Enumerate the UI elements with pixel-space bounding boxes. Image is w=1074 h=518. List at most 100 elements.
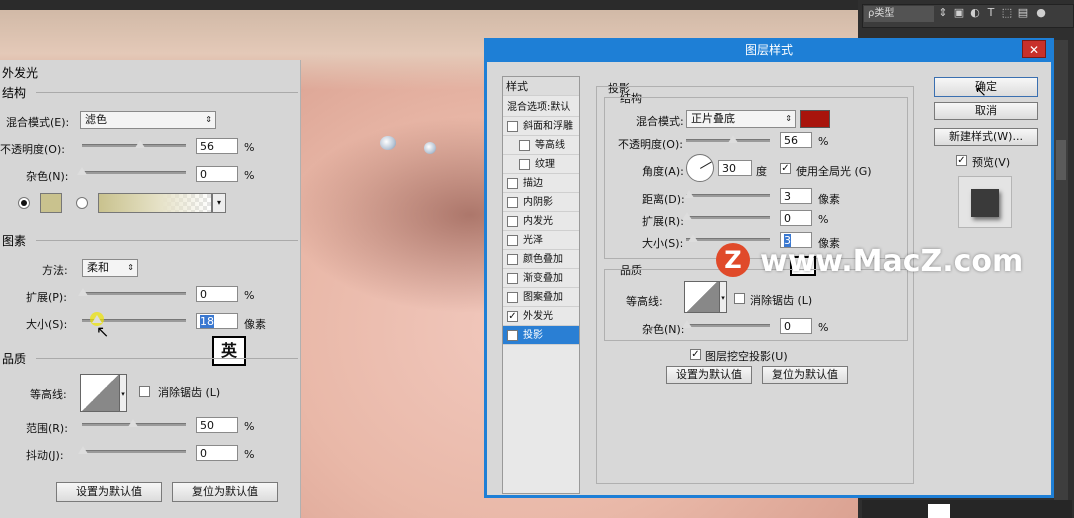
chevron-updown-icon: ⇕ bbox=[127, 263, 134, 272]
noise-slider-thumb[interactable] bbox=[77, 167, 87, 175]
style-item-label: 颜色叠加 bbox=[523, 254, 563, 265]
preview-label: 预览(V) bbox=[972, 156, 1011, 169]
structure-heading: 结构 bbox=[2, 86, 27, 100]
layer-type-filter[interactable]: ρ类型 bbox=[864, 6, 934, 22]
knockout-checkbox[interactable]: ✓ bbox=[690, 349, 701, 360]
spread-slider-track[interactable] bbox=[82, 292, 186, 295]
style-item-label: 内阴影 bbox=[523, 197, 553, 208]
gradient-dropdown-icon[interactable]: ▾ bbox=[212, 193, 226, 213]
range-slider-thumb[interactable] bbox=[128, 419, 138, 427]
reset-default-button[interactable]: 复位为默认值 bbox=[172, 482, 278, 502]
shape-filter-icon[interactable]: ⬚ bbox=[1000, 6, 1014, 20]
filter-dropdown-icon[interactable]: ⇕ bbox=[936, 6, 950, 20]
style-item[interactable]: 等高线 bbox=[503, 136, 579, 155]
layers-scrollbar[interactable] bbox=[1054, 40, 1068, 500]
size-input[interactable]: 18 bbox=[196, 313, 238, 329]
noise-input[interactable]: 0 bbox=[196, 166, 238, 182]
contour-dropdown-icon[interactable]: ▾ bbox=[119, 374, 127, 412]
range-input[interactable]: 50 bbox=[196, 417, 238, 433]
jitter-input[interactable]: 0 bbox=[196, 445, 238, 461]
shadow-contour-picker[interactable] bbox=[684, 281, 720, 313]
style-item-label: 光泽 bbox=[523, 235, 543, 246]
type-filter-icon[interactable]: T bbox=[984, 6, 998, 20]
shadow-size-thumb[interactable] bbox=[688, 234, 698, 242]
jitter-slider-track[interactable] bbox=[82, 450, 186, 453]
style-item-checkbox[interactable] bbox=[507, 216, 518, 227]
shadow-opacity-thumb[interactable] bbox=[728, 135, 739, 143]
pixel-filter-icon[interactable]: ▣ bbox=[952, 6, 966, 20]
layer-row[interactable] bbox=[862, 500, 1072, 518]
method-select[interactable]: 柔和 ⇕ bbox=[82, 259, 138, 277]
shadow-spread-track[interactable] bbox=[686, 216, 770, 219]
opacity-input[interactable]: 56 bbox=[196, 138, 238, 154]
style-item[interactable]: 内发光 bbox=[503, 212, 579, 231]
spread-input[interactable]: 0 bbox=[196, 286, 238, 302]
style-item-checkbox[interactable] bbox=[519, 140, 530, 151]
shadow-color-swatch[interactable] bbox=[800, 110, 830, 128]
style-item-checkbox[interactable] bbox=[507, 178, 518, 189]
shadow-antialias-checkbox[interactable] bbox=[734, 293, 745, 304]
blend-mode-label: 混合模式(E): bbox=[6, 116, 70, 129]
distance-track[interactable] bbox=[686, 194, 770, 197]
style-item[interactable]: 渐变叠加 bbox=[503, 269, 579, 288]
style-item-checkbox[interactable] bbox=[519, 159, 530, 170]
noise-slider-track[interactable] bbox=[82, 171, 186, 174]
global-light-checkbox[interactable]: ✓ bbox=[780, 163, 791, 174]
adjustment-filter-icon[interactable]: ◐ bbox=[968, 6, 982, 20]
shadow-spread-thumb[interactable] bbox=[682, 212, 692, 220]
opacity-slider-track[interactable] bbox=[82, 144, 186, 147]
shadow-set-default-button[interactable]: 设置为默认值 bbox=[666, 366, 752, 384]
shadow-noise-unit: % bbox=[818, 321, 829, 334]
distance-thumb[interactable] bbox=[684, 190, 694, 198]
shadow-opacity-input[interactable]: 56 bbox=[780, 132, 812, 148]
style-item[interactable]: 描边 bbox=[503, 174, 579, 193]
style-item-checkbox[interactable] bbox=[507, 254, 518, 265]
shadow-blend-select[interactable]: 正片叠底 ⇕ bbox=[686, 110, 796, 128]
style-item[interactable]: 纹理 bbox=[503, 155, 579, 174]
style-item[interactable]: ✓ 外发光 bbox=[503, 307, 579, 326]
close-icon[interactable]: ✕ bbox=[1022, 40, 1046, 58]
style-item-checkbox[interactable] bbox=[507, 292, 518, 303]
filter-toggle-icon[interactable]: ● bbox=[1034, 6, 1048, 20]
style-item[interactable]: 图案叠加 bbox=[503, 288, 579, 307]
spread-slider-thumb[interactable] bbox=[78, 288, 88, 296]
shadow-noise-track[interactable] bbox=[686, 324, 770, 327]
gradient-radio[interactable] bbox=[76, 197, 88, 209]
style-item[interactable]: ✓ 投影 bbox=[503, 326, 579, 345]
solid-color-radio[interactable] bbox=[18, 197, 30, 209]
blend-mode-select[interactable]: 滤色 ⇕ bbox=[80, 111, 216, 129]
contour-picker[interactable] bbox=[80, 374, 120, 412]
glow-color-swatch[interactable] bbox=[40, 193, 62, 213]
layers-scroll-thumb[interactable] bbox=[1056, 140, 1066, 180]
antialias-checkbox[interactable] bbox=[139, 386, 150, 397]
style-item-checkbox[interactable]: ✓ bbox=[507, 311, 518, 322]
shadow-opacity-label: 不透明度(O): bbox=[618, 138, 683, 151]
style-item[interactable]: 斜面和浮雕 bbox=[503, 117, 579, 136]
shadow-size-track[interactable] bbox=[686, 238, 770, 241]
shadow-contour-dropdown-icon[interactable]: ▾ bbox=[719, 281, 727, 313]
style-item-checkbox[interactable] bbox=[507, 273, 518, 284]
set-default-button[interactable]: 设置为默认值 bbox=[56, 482, 162, 502]
glow-gradient-swatch[interactable] bbox=[98, 193, 212, 213]
shadow-reset-default-button[interactable]: 复位为默认值 bbox=[762, 366, 848, 384]
style-item-checkbox[interactable] bbox=[507, 197, 518, 208]
style-item[interactable]: 颜色叠加 bbox=[503, 250, 579, 269]
style-item[interactable]: 混合选项:默认 bbox=[503, 98, 579, 117]
style-item-checkbox[interactable] bbox=[507, 121, 518, 132]
smart-object-filter-icon[interactable]: ▤ bbox=[1016, 6, 1030, 20]
style-item[interactable]: 内阴影 bbox=[503, 193, 579, 212]
distance-input[interactable]: 3 bbox=[780, 188, 812, 204]
angle-input[interactable]: 30 bbox=[718, 160, 752, 176]
style-item-checkbox[interactable]: ✓ bbox=[507, 330, 518, 341]
opacity-slider-thumb[interactable] bbox=[135, 140, 146, 148]
preview-checkbox[interactable]: ✓ bbox=[956, 155, 967, 166]
new-style-button[interactable]: 新建样式(W)... bbox=[934, 128, 1038, 146]
jitter-slider-thumb[interactable] bbox=[78, 446, 88, 454]
size-value-selected: 18 bbox=[200, 315, 214, 328]
style-item[interactable]: 光泽 bbox=[503, 231, 579, 250]
cancel-button[interactable]: 取消 bbox=[934, 102, 1038, 120]
shadow-spread-input[interactable]: 0 bbox=[780, 210, 812, 226]
shadow-noise-thumb[interactable] bbox=[682, 320, 692, 328]
shadow-noise-input[interactable]: 0 bbox=[780, 318, 812, 334]
style-item-checkbox[interactable] bbox=[507, 235, 518, 246]
